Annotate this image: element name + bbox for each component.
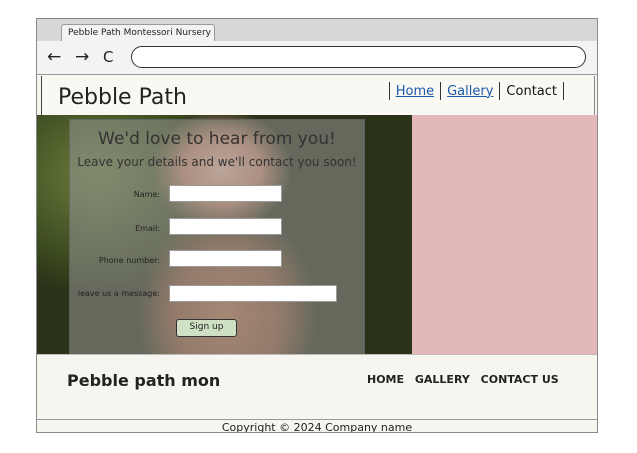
browser-toolbar: ← → C: [37, 41, 597, 75]
message-label: leave us a message:: [77, 289, 160, 298]
address-bar[interactable]: [131, 46, 586, 68]
forward-arrow-icon[interactable]: →: [75, 47, 89, 67]
footer-link-gallery[interactable]: GALLERY: [415, 373, 470, 386]
email-label: Email:: [135, 224, 160, 233]
copyright-text: Copyright © 2024 Company name: [221, 421, 413, 433]
footer-divider: [37, 419, 597, 420]
footer-brand: Pebble path mon: [67, 371, 221, 390]
nav-link-home[interactable]: Home: [390, 84, 440, 99]
nav-link-gallery[interactable]: Gallery: [441, 84, 499, 99]
contact-form: We'd love to hear from you! Leave your d…: [69, 119, 365, 356]
top-nav: Home Gallery Contact: [388, 82, 564, 100]
phone-field[interactable]: [169, 250, 282, 267]
back-arrow-icon[interactable]: ←: [47, 47, 61, 67]
footer-link-contact[interactable]: CONTACT US: [481, 373, 559, 386]
phone-label: Phone number:: [98, 256, 160, 265]
site-header: Pebble Path Home Gallery Contact: [41, 76, 595, 115]
nav-link-contact[interactable]: Contact: [500, 84, 563, 99]
name-field[interactable]: [169, 185, 282, 202]
browser-tab[interactable]: Pebble Path Montessori Nursery: [61, 24, 215, 41]
site-footer: Pebble path mon HOME GALLERY CONTACT US …: [37, 354, 597, 433]
form-title: We'd love to hear from you!: [98, 129, 336, 149]
form-subtitle: Leave your details and we'll contact you…: [77, 155, 357, 169]
site-brand: Pebble Path: [58, 85, 187, 110]
footer-nav: HOME GALLERY CONTACT US: [367, 373, 566, 386]
message-field[interactable]: [169, 285, 337, 302]
side-panel: [412, 115, 597, 354]
browser-window: Pebble Path Montessori Nursery ← → C Peb…: [36, 18, 598, 433]
nav-divider: [563, 82, 564, 100]
tab-bar: Pebble Path Montessori Nursery: [37, 19, 597, 41]
footer-link-home[interactable]: HOME: [367, 373, 404, 386]
email-field[interactable]: [169, 218, 282, 235]
sign-up-button[interactable]: Sign up: [176, 319, 237, 337]
name-label: Name:: [133, 190, 160, 199]
reload-icon[interactable]: C: [103, 47, 113, 67]
